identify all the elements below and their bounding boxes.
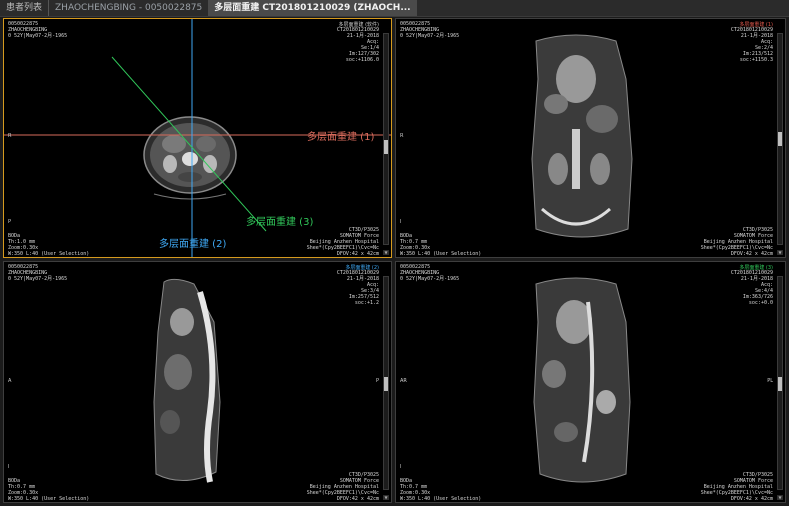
scrollbar[interactable] xyxy=(383,276,389,490)
acq-info: BODa Th:0.7 mm Zoom:0.30x W:350 L:40 (Us… xyxy=(400,478,482,502)
orientation-left: R xyxy=(400,133,404,139)
orientation-left: R xyxy=(8,133,12,139)
orientation-bottom: I xyxy=(400,219,402,225)
tab-bar: 患者列表 ZHAOCHENGBING - 0050022875 多层面重建 CT… xyxy=(0,0,789,17)
viewport-grid: 多层面重建 (1) 多层面重建 (2) 多层面重建 (3) 0050022875… xyxy=(3,18,786,503)
scrollbar[interactable] xyxy=(777,33,783,245)
scrollbar[interactable] xyxy=(383,33,389,245)
acq-info: BODa Th:0.7 mm Zoom:0.30x W:350 L:40 (Us… xyxy=(8,478,90,502)
mpr-label-1: 多层面重建 (1) xyxy=(307,132,375,143)
orientation-right: P xyxy=(375,378,379,384)
patient-info: 0050022875 ZHAOCHENGBING 0 52Y|May07-2月-… xyxy=(400,264,460,282)
orientation-bottom: I xyxy=(400,464,402,470)
acq-info: BODa Th:0.7 mm Zoom:0.30x W:350 L:40 (Us… xyxy=(400,233,482,257)
mpr-label-2: 多层面重建 (2) xyxy=(159,239,227,250)
scroll-thumb[interactable] xyxy=(778,377,782,391)
study-info: CT201801210029 21-1月-2018 Acq: Se:2/4 Im… xyxy=(730,27,773,63)
viewport-sagittal[interactable]: 0050022875 ZHAOCHENGBING 0 52Y|May07-2月-… xyxy=(3,261,392,503)
scanner-info: CT3D/P3025 SOMATOM Force Beijing Anzhen … xyxy=(306,227,379,257)
scroll-thumb[interactable] xyxy=(384,140,388,154)
scroll-down-button[interactable]: ▼ xyxy=(383,495,389,500)
orientation-bottom: P xyxy=(8,219,12,225)
viewport-axial[interactable]: 多层面重建 (1) 多层面重建 (2) 多层面重建 (3) 0050022875… xyxy=(3,18,392,258)
mpr-line-3[interactable] xyxy=(111,56,267,232)
scroll-down-button[interactable]: ▼ xyxy=(777,495,783,500)
oblique-image xyxy=(533,277,631,483)
study-info: CT201801210029 21-1月-2018 Acq: Se:3/4 Im… xyxy=(336,270,379,306)
coronal-image xyxy=(531,34,633,238)
scroll-thumb[interactable] xyxy=(778,132,782,146)
viewport-coronal[interactable]: 0050022875 ZHAOCHENGBING 0 52Y|May07-2月-… xyxy=(395,18,786,258)
orientation-right: PL xyxy=(767,378,773,384)
scanner-info: CT3D/P3025 SOMATOM Force Beijing Anzhen … xyxy=(700,472,773,502)
viewport-oblique[interactable]: 0050022875 ZHAOCHENGBING 0 52Y|May07-2月-… xyxy=(395,261,786,503)
study-info: CT201801210029 21-1月-2018 Acq: Se:4/4 Im… xyxy=(730,270,773,306)
mpr-label-3: 多层面重建 (3) xyxy=(246,217,314,228)
orientation-left: AR xyxy=(400,378,407,384)
study-info: CT201801210029 21-1月-2018 Acq: Se:1/4 Im… xyxy=(336,27,379,63)
acq-info: BODa Th:1.0 mm Zoom:0.30x W:350 L:40 (Us… xyxy=(8,233,90,257)
patient-info: 0050022875 ZHAOCHENGBING 0 52Y|May07-2月-… xyxy=(8,21,68,39)
orientation-left: A xyxy=(8,378,12,384)
orientation-bottom: I xyxy=(8,464,10,470)
scroll-down-button[interactable]: ▼ xyxy=(777,250,783,255)
scroll-down-button[interactable]: ▼ xyxy=(383,250,389,255)
scanner-info: CT3D/P3025 SOMATOM Force Beijing Anzhen … xyxy=(700,227,773,257)
tab-mpr[interactable]: 多层面重建 CT201801210029 (ZHAOCH... xyxy=(208,0,417,16)
scrollbar[interactable] xyxy=(777,276,783,490)
tab-patient[interactable]: ZHAOCHENGBING - 0050022875 xyxy=(48,0,208,16)
sagittal-image xyxy=(153,278,221,483)
tab-patient-list[interactable]: 患者列表 xyxy=(0,0,48,16)
scroll-thumb[interactable] xyxy=(384,377,388,391)
scanner-info: CT3D/P3025 SOMATOM Force Beijing Anzhen … xyxy=(306,472,379,502)
patient-info: 0050022875 ZHAOCHENGBING 0 52Y|May07-2月-… xyxy=(400,21,460,39)
patient-info: 0050022875 ZHAOCHENGBING 0 52Y|May07-2月-… xyxy=(8,264,68,282)
